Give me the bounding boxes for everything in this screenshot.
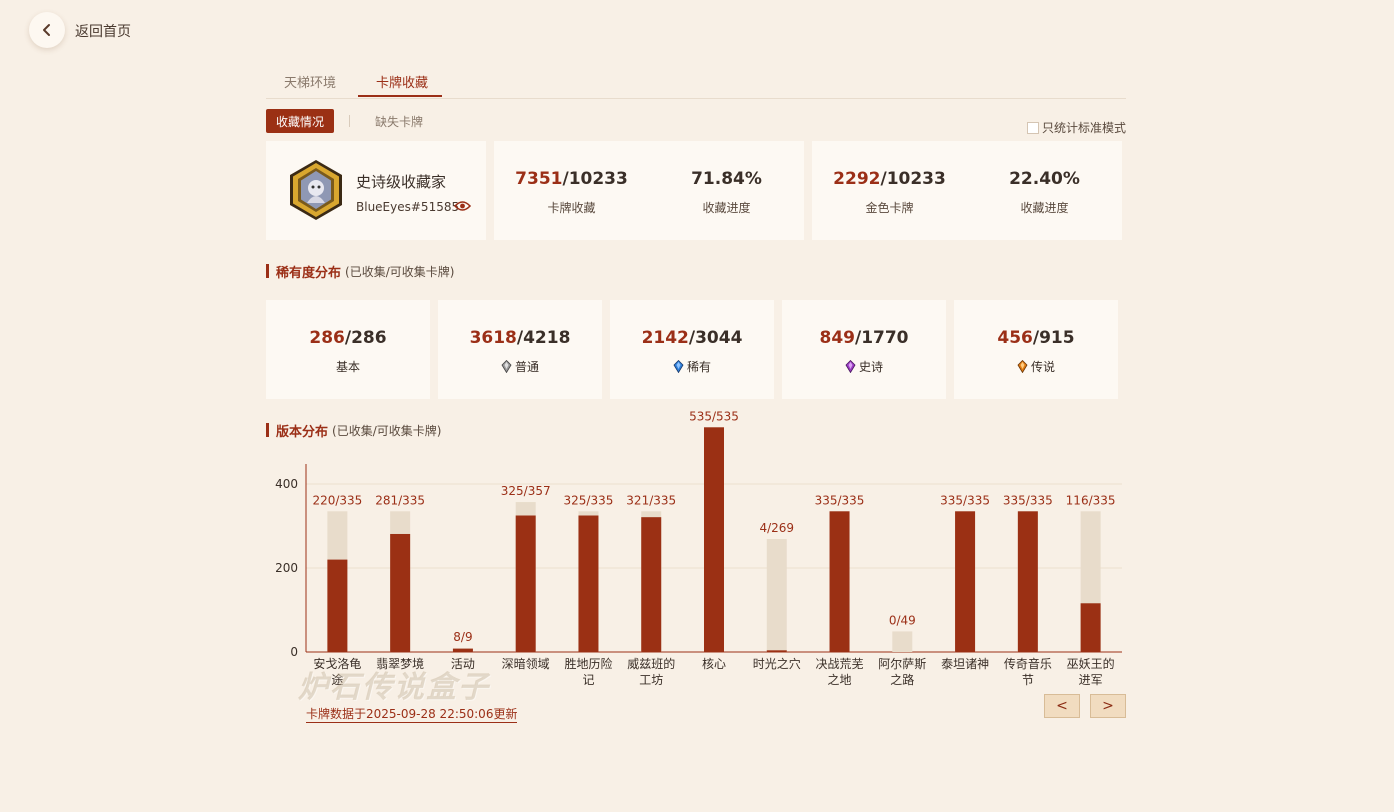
- bar-value-label: 325/335: [564, 493, 614, 507]
- subtab-collection-status[interactable]: 收藏情况: [266, 109, 334, 133]
- x-category-label: 工坊: [639, 672, 663, 687]
- gem-epic-icon: [845, 360, 856, 373]
- watermark-logo: 炉石传说盒子: [298, 670, 490, 705]
- back-button[interactable]: [29, 12, 65, 48]
- bar-total: [766, 539, 787, 652]
- x-category-label: 传奇音乐: [1004, 656, 1052, 671]
- bar-owned: [327, 559, 348, 652]
- rarity-card-epic: 849/1770 史诗: [782, 300, 946, 399]
- battletag: BlueEyes#51585: [356, 200, 460, 214]
- bar-value-label: 321/335: [626, 493, 676, 507]
- bar-owned: [452, 648, 473, 652]
- chevron-left-icon: [43, 24, 50, 36]
- set-distribution-chart: 0200400220/335安戈洛龟途281/335翡翠梦境8/9活动325/3…: [275, 409, 1122, 687]
- rarity-card-common: 3618/4218 普通: [438, 300, 602, 399]
- bar-owned: [515, 515, 536, 652]
- gem-rare-icon: [673, 360, 684, 373]
- subtab-divider: [349, 115, 350, 127]
- collector-rank-badge-icon: [290, 160, 342, 220]
- x-category-label: 泰坦诸神: [941, 657, 989, 671]
- bar-owned: [390, 533, 411, 652]
- y-tick-label: 0: [290, 645, 298, 659]
- collection-percent-label: 收藏进度: [702, 201, 751, 215]
- standard-only-toggle[interactable]: 只统计标准模式: [1027, 119, 1126, 136]
- x-category-label: 深暗领域: [502, 656, 550, 671]
- tab-active-indicator: [358, 95, 442, 97]
- golden-count: 2292/10233: [833, 169, 946, 189]
- bar-total: [892, 631, 913, 652]
- bar-value-label: 335/335: [1003, 493, 1053, 507]
- back-label[interactable]: 返回首页: [75, 21, 131, 41]
- golden-percent: 22.40%: [1009, 169, 1080, 189]
- collector-rank-title: 史诗级收藏家: [356, 173, 447, 191]
- gem-common-icon: [501, 360, 512, 373]
- x-category-label: 胜地历险: [564, 656, 612, 671]
- golden-stat-card: 2292/10233 金色卡牌 22.40% 收藏进度: [812, 141, 1122, 240]
- rarity-section-title: 稀有度分布 (已收集/可收集卡牌): [266, 264, 454, 281]
- bar-owned: [578, 515, 599, 652]
- rarity-label: 基本: [335, 360, 360, 374]
- bar-value-label: 116/335: [1066, 493, 1116, 507]
- profile-card: 史诗级收藏家 BlueEyes#51585: [266, 141, 486, 240]
- bar-owned: [766, 650, 787, 653]
- x-category-label: 之地: [828, 673, 852, 687]
- rarity-card-legendary: 456/915 传说: [954, 300, 1118, 399]
- x-category-label: 进军: [1079, 673, 1103, 687]
- collection-percent: 71.84%: [691, 169, 762, 189]
- bar-value-label: 8/9: [453, 630, 472, 644]
- collection-count: 7351/10233: [515, 169, 628, 189]
- bar-value-label: 4/269: [759, 521, 794, 535]
- tab-collection[interactable]: 卡牌收藏: [376, 72, 428, 91]
- chart-prev-button[interactable]: <: [1044, 694, 1080, 718]
- standard-only-label: 只统计标准模式: [1042, 121, 1127, 135]
- tab-ladder[interactable]: 天梯环境: [284, 72, 336, 91]
- x-category-label: 威兹班的: [627, 656, 675, 671]
- collection-count-label: 卡牌收藏: [547, 201, 596, 215]
- x-category-label: 之路: [890, 672, 914, 687]
- collection-stat-card: 7351/10233 卡牌收藏 71.84% 收藏进度: [494, 141, 804, 240]
- bar-value-label: 335/335: [940, 493, 990, 507]
- x-category-label: 节: [1022, 673, 1034, 687]
- x-category-label: 时光之穴: [753, 656, 801, 671]
- chart-next-button[interactable]: >: [1090, 694, 1126, 718]
- bar-value-label: 535/535: [689, 409, 739, 423]
- golden-count-label: 金色卡牌: [865, 201, 914, 215]
- x-category-label: 巫妖王的: [1067, 656, 1115, 671]
- bar-value-label: 281/335: [375, 493, 425, 507]
- bar-owned: [829, 511, 850, 652]
- bar-owned: [641, 517, 662, 652]
- bar-value-label: 220/335: [312, 493, 362, 507]
- x-category-label: 阿尔萨斯: [878, 656, 926, 671]
- rarity-label: 稀有: [686, 360, 711, 374]
- golden-percent-label: 收藏进度: [1020, 201, 1069, 215]
- subtab-missing-cards[interactable]: 缺失卡牌: [375, 113, 423, 130]
- rarity-card-basic: 286/286 基本: [266, 300, 430, 399]
- bar-value-label: 325/357: [501, 484, 551, 498]
- standard-only-checkbox[interactable]: [1027, 121, 1039, 134]
- rarity-label: 普通: [514, 360, 539, 374]
- bar-owned: [1080, 603, 1101, 652]
- bar-value-label: 0/49: [889, 613, 916, 627]
- x-category-label: 记: [582, 673, 594, 687]
- gem-legendary-icon: [1017, 360, 1028, 373]
- x-category-label: 核心: [702, 657, 726, 671]
- main-tabs: 天梯环境 卡牌收藏: [266, 62, 1126, 99]
- bar-owned: [1017, 511, 1038, 652]
- rarity-card-rare: 2142/3044 稀有: [610, 300, 774, 399]
- y-tick-label: 200: [275, 561, 298, 575]
- eye-icon[interactable]: [454, 200, 471, 212]
- rarity-label: 史诗: [858, 360, 883, 374]
- bar-value-label: 335/335: [815, 493, 865, 507]
- bar-owned: [955, 511, 976, 652]
- x-category-label: 决战荒芜: [816, 657, 864, 671]
- data-updated-link[interactable]: 卡牌数据于2025-09-28 22:50:06更新: [306, 705, 518, 723]
- rarity-label: 传说: [1030, 360, 1055, 374]
- bar-owned: [704, 427, 724, 652]
- y-tick-label: 400: [275, 477, 298, 491]
